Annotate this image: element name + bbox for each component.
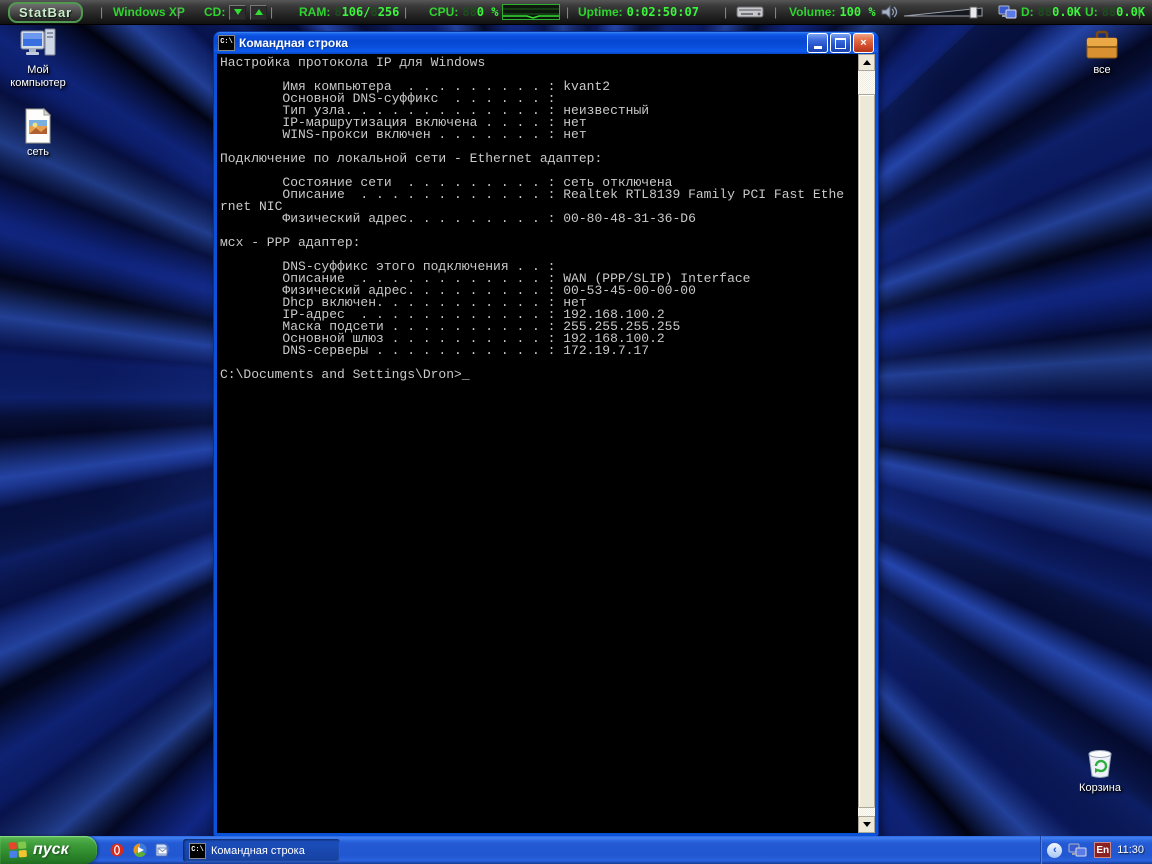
arrow-up-icon [863, 60, 871, 65]
window-title: Командная строка [239, 36, 805, 50]
minimize-icon [814, 46, 822, 49]
quicklaunch-media-player-icon[interactable] [131, 841, 149, 859]
triangle-up-icon [255, 9, 263, 15]
cd-open-button[interactable] [229, 5, 246, 20]
separator: | [566, 0, 569, 24]
console-area[interactable]: Настройка протокола IP для Windows Имя к… [217, 54, 875, 833]
statbar-cpu: CPU: 880 % [429, 0, 560, 24]
uptime-value: 0:02:50:07 [627, 5, 699, 19]
console-text[interactable]: Настройка протокола IP для Windows Имя к… [217, 54, 858, 833]
icon-label: Мой компьютер [4, 64, 72, 90]
restore-button[interactable] [830, 33, 851, 53]
statbar-traffic: D: 880.0K U: 880.0K [1021, 0, 1145, 24]
tray-chevron-button[interactable]: ‹ [1047, 843, 1062, 858]
desktop-icon-net-file[interactable]: сеть [4, 108, 72, 159]
icon-label: Корзина [1066, 782, 1134, 795]
scroll-up-button[interactable] [858, 54, 875, 71]
cpu-value: 880 % [462, 5, 498, 19]
quicklaunch-opera-icon[interactable] [108, 841, 126, 859]
cdrom-drive-icon [736, 4, 764, 20]
taskbar: пуск C:\ [0, 836, 1152, 864]
window-titlebar[interactable]: C:\ Командная строка × [214, 32, 878, 54]
cd-label: CD: [204, 5, 225, 19]
language-indicator[interactable]: En [1094, 842, 1111, 858]
statbar-logo-text: StatBar [8, 2, 83, 23]
icon-label: сеть [4, 146, 72, 159]
restore-icon [835, 38, 846, 49]
separator: | [1138, 0, 1141, 24]
uptime-label: Uptime: [578, 5, 623, 19]
image-file-icon [23, 108, 53, 144]
statbar-ram: RAM: 8106/8256 [299, 0, 399, 24]
separator: | [270, 0, 273, 24]
cmd-icon: C:\ [189, 843, 206, 859]
desktop: StatBar | Windows XP | CD: | RAM: 8106/8… [0, 0, 1152, 864]
scrollbar-thumb[interactable] [858, 94, 875, 808]
separator: | [177, 0, 180, 24]
statbar-volume: Volume: 100 % [789, 0, 990, 24]
cmd-icon: C:\ [218, 35, 235, 51]
triangle-down-icon [234, 9, 242, 15]
desktop-icon-briefcase[interactable]: все [1068, 30, 1136, 77]
separator: | [100, 0, 103, 24]
network-icon [998, 4, 1018, 21]
quicklaunch-outlook-express-icon[interactable] [154, 841, 172, 859]
statbar: StatBar | Windows XP | CD: | RAM: 8106/8… [0, 0, 1152, 25]
volume-value: 100 % [839, 5, 875, 19]
statbar-os-label: Windows XP [113, 5, 185, 19]
cd-close-button[interactable] [250, 5, 267, 20]
taskbar-task-command-prompt[interactable]: C:\ Командная строка [183, 839, 340, 862]
minimize-button[interactable] [807, 33, 828, 53]
statbar-logo: StatBar [8, 0, 83, 24]
system-tray: ‹ En 11:30 [1040, 836, 1152, 864]
download-value: 880.0K [1038, 5, 1081, 19]
statbar-uptime: Uptime: 0:02:50:07 [578, 0, 699, 24]
recycle-bin-icon [1082, 746, 1118, 780]
my-computer-icon [20, 28, 56, 62]
close-icon: × [860, 37, 866, 49]
statbar-network [998, 0, 1018, 24]
briefcase-icon [1084, 30, 1120, 62]
ram-value: 8106/8256 [334, 5, 399, 19]
ram-label: RAM: [299, 5, 330, 19]
vertical-scrollbar[interactable] [858, 54, 875, 833]
start-label: пуск [33, 841, 69, 859]
command-prompt-window: C:\ Командная строка × Настройка протоко… [214, 32, 878, 836]
upload-label: U: [1085, 5, 1098, 19]
statbar-os: Windows XP [113, 0, 185, 24]
cpu-graph-icon [502, 4, 560, 20]
desktop-icon-my-computer[interactable]: Мой компьютер [4, 28, 72, 90]
scroll-down-button[interactable] [858, 816, 875, 833]
icon-label: все [1068, 64, 1136, 77]
separator: | [404, 0, 407, 24]
download-label: D: [1021, 5, 1034, 19]
windows-logo-icon [8, 840, 28, 860]
tray-clock[interactable]: 11:30 [1117, 844, 1144, 856]
arrow-down-icon [863, 822, 871, 827]
volume-slider[interactable] [902, 5, 990, 19]
separator: | [724, 0, 727, 24]
desktop-icon-recycle-bin[interactable]: Корзина [1066, 746, 1134, 795]
start-button[interactable]: пуск [0, 836, 97, 864]
statbar-cd: CD: [204, 0, 267, 24]
speaker-icon [880, 4, 898, 20]
task-button-label: Командная строка [211, 845, 305, 857]
close-button[interactable]: × [853, 33, 874, 53]
tray-network-icon[interactable] [1068, 842, 1088, 859]
volume-label: Volume: [789, 5, 835, 19]
statbar-drive [736, 0, 764, 24]
separator: | [774, 0, 777, 24]
cpu-label: CPU: [429, 5, 458, 19]
